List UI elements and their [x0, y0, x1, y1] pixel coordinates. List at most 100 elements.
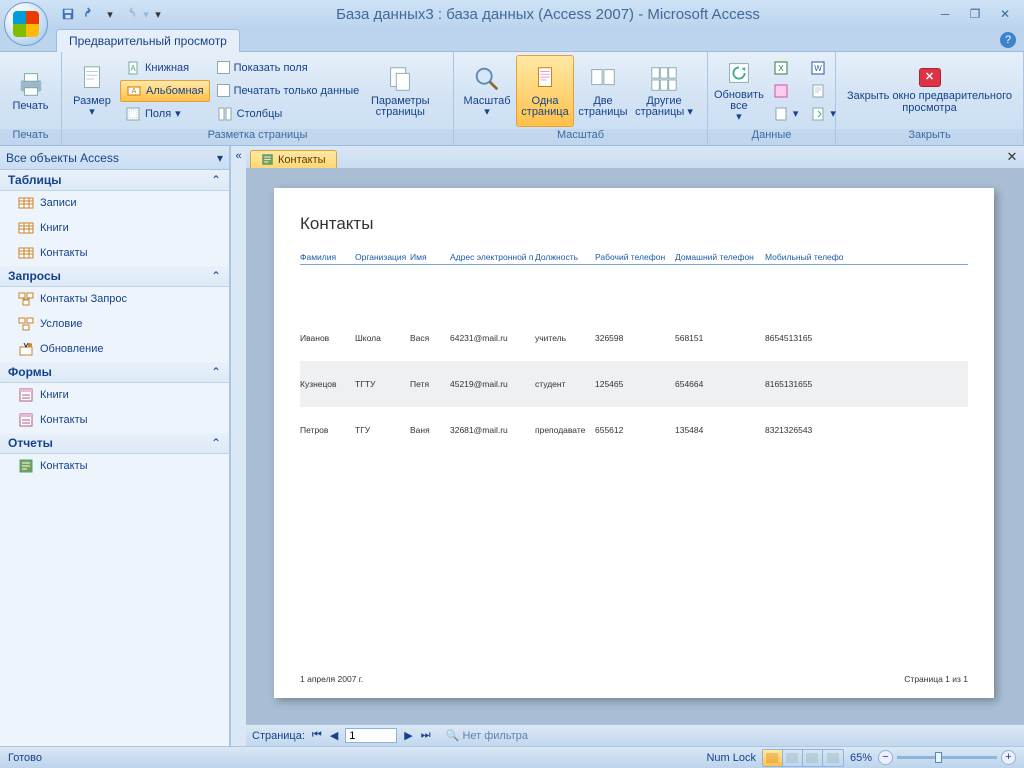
object-icon: [18, 458, 34, 474]
nav-item-0-1[interactable]: Книги: [0, 216, 229, 241]
nav-group-3[interactable]: Отчеты⌃: [0, 433, 229, 454]
collapse-icon: ⌃: [211, 436, 221, 450]
zoom-thumb[interactable]: [935, 752, 942, 763]
refresh-icon: [724, 58, 754, 88]
landscape-button[interactable]: AАльбомная: [120, 80, 210, 102]
redo-button[interactable]: [118, 4, 138, 24]
view-print-button[interactable]: [783, 750, 803, 766]
undo-dropdown[interactable]: ▾: [106, 4, 114, 24]
nav-item-3-0[interactable]: Контакты: [0, 454, 229, 479]
view-design-button[interactable]: [823, 750, 843, 766]
column-header: Домашний телефон: [675, 252, 765, 262]
save-button[interactable]: [58, 4, 78, 24]
nav-group-1[interactable]: Запросы⌃: [0, 266, 229, 287]
data-only-check[interactable]: Печатать только данные: [212, 80, 365, 102]
last-page-button[interactable]: ⏭: [418, 729, 434, 742]
column-header: Имя: [410, 252, 450, 262]
nav-group-2[interactable]: Формы⌃: [0, 362, 229, 383]
collapse-icon: ⌃: [211, 365, 221, 379]
more-pages-icon: [649, 64, 679, 94]
group-layout-label: Разметка страницы: [62, 129, 453, 145]
report-view-icon: [766, 753, 778, 763]
zoom-slider[interactable]: [897, 756, 997, 759]
nav-item-0-0[interactable]: Записи: [0, 191, 229, 216]
margins-icon: [125, 106, 141, 122]
portrait-button[interactable]: AКнижная: [120, 57, 210, 79]
more-pages-button[interactable]: Другие страницы ▾: [632, 55, 696, 127]
nav-item-1-1[interactable]: Условие: [0, 312, 229, 337]
prev-page-button[interactable]: ◀: [327, 729, 341, 742]
svg-text:A: A: [132, 88, 137, 95]
sharepoint-icon: [773, 83, 789, 99]
office-button[interactable]: [4, 2, 48, 46]
redo-dropdown[interactable]: ▾: [142, 4, 150, 24]
checkbox-icon: [217, 61, 230, 74]
two-pages-button[interactable]: Две страницы: [574, 55, 632, 127]
svg-text:A: A: [130, 64, 136, 73]
chevron-down-icon: ▾: [217, 151, 223, 165]
export-sharepoint-button[interactable]: [768, 80, 804, 102]
group-data-label: Данные: [708, 129, 835, 145]
landscape-icon: A: [126, 83, 142, 99]
first-page-button[interactable]: ⏮: [309, 729, 325, 742]
page-setup-button[interactable]: Параметры страницы: [366, 55, 434, 127]
margins-button[interactable]: Поля ▾: [120, 103, 210, 125]
refresh-all-button[interactable]: Обновить все▾: [712, 55, 766, 127]
object-icon: [18, 245, 34, 261]
table-row: КузнецовТГТУПетя45219@mail.ruстудент1254…: [300, 361, 968, 407]
nav-item-1-2[interactable]: Обновление: [0, 337, 229, 362]
zoom-out-button[interactable]: −: [878, 750, 893, 765]
undo-button[interactable]: [82, 4, 102, 24]
restore-button[interactable]: ❐: [964, 6, 986, 22]
object-icon: [18, 291, 34, 307]
export-excel-button[interactable]: X: [768, 57, 804, 79]
nav-header[interactable]: Все объекты Access▾: [0, 146, 229, 170]
qat-custom-dropdown[interactable]: ▾: [154, 4, 162, 24]
close-button[interactable]: ✕: [994, 6, 1016, 22]
pdf-icon: [773, 106, 789, 122]
help-button[interactable]: ?: [1000, 32, 1016, 48]
export-pdf-button[interactable]: ▾: [768, 103, 804, 125]
nav-item-2-1[interactable]: Контакты: [0, 408, 229, 433]
print-button[interactable]: Печать: [4, 55, 57, 127]
column-header: Мобильный телефо: [765, 252, 855, 262]
navigation-pane: Все объекты Access▾ Таблицы⌃ЗаписиКнигиК…: [0, 146, 230, 746]
document-close-button[interactable]: ✕: [1004, 149, 1020, 163]
app-title: База данных3 : база данных (Access 2007)…: [162, 6, 934, 23]
page-setup-icon: [385, 64, 415, 94]
view-switcher: [762, 749, 844, 767]
nav-item-2-0[interactable]: Книги: [0, 383, 229, 408]
collapse-icon: ⌃: [211, 173, 221, 187]
nav-collapse-button[interactable]: «: [230, 146, 246, 746]
zoom-icon: [472, 64, 502, 94]
view-report-button[interactable]: [763, 750, 783, 766]
nav-item-0-2[interactable]: Контакты: [0, 241, 229, 266]
nav-item-1-0[interactable]: Контакты Запрос: [0, 287, 229, 312]
object-icon: [18, 195, 34, 211]
document-viewport[interactable]: Контакты ФамилияОрганизацияИмяАдрес элек…: [246, 168, 1024, 724]
close-icon: ✕: [919, 68, 941, 87]
next-page-button[interactable]: ▶: [401, 729, 415, 742]
size-button[interactable]: Размер▾: [66, 55, 118, 127]
zoom-in-button[interactable]: +: [1001, 750, 1016, 765]
checkbox-icon: [217, 84, 230, 97]
report-page-num: Страница 1 из 1: [904, 674, 968, 684]
zoom-button[interactable]: Масштаб▾: [458, 55, 516, 127]
page-label: Страница:: [252, 730, 305, 742]
document-tab-contacts[interactable]: Контакты: [250, 150, 337, 168]
tab-print-preview[interactable]: Предварительный просмотр: [56, 29, 240, 52]
minimize-button[interactable]: ─: [934, 6, 956, 22]
show-fields-check[interactable]: Показать поля: [212, 57, 365, 79]
view-layout-button[interactable]: [803, 750, 823, 766]
page-number-input[interactable]: [345, 728, 397, 743]
close-preview-button[interactable]: ✕ Закрыть окно предварительного просмотр…: [840, 68, 1019, 114]
excel-icon: X: [773, 60, 789, 76]
one-page-button[interactable]: Одна страница: [516, 55, 574, 127]
printer-icon: [16, 69, 46, 99]
column-header: Фамилия: [300, 252, 355, 262]
object-icon: [18, 341, 34, 357]
filter-indicator[interactable]: 🔍 Нет фильтра: [446, 729, 528, 742]
nav-group-0[interactable]: Таблицы⌃: [0, 170, 229, 191]
design-view-icon: [827, 753, 839, 763]
columns-button[interactable]: Столбцы: [212, 103, 365, 125]
